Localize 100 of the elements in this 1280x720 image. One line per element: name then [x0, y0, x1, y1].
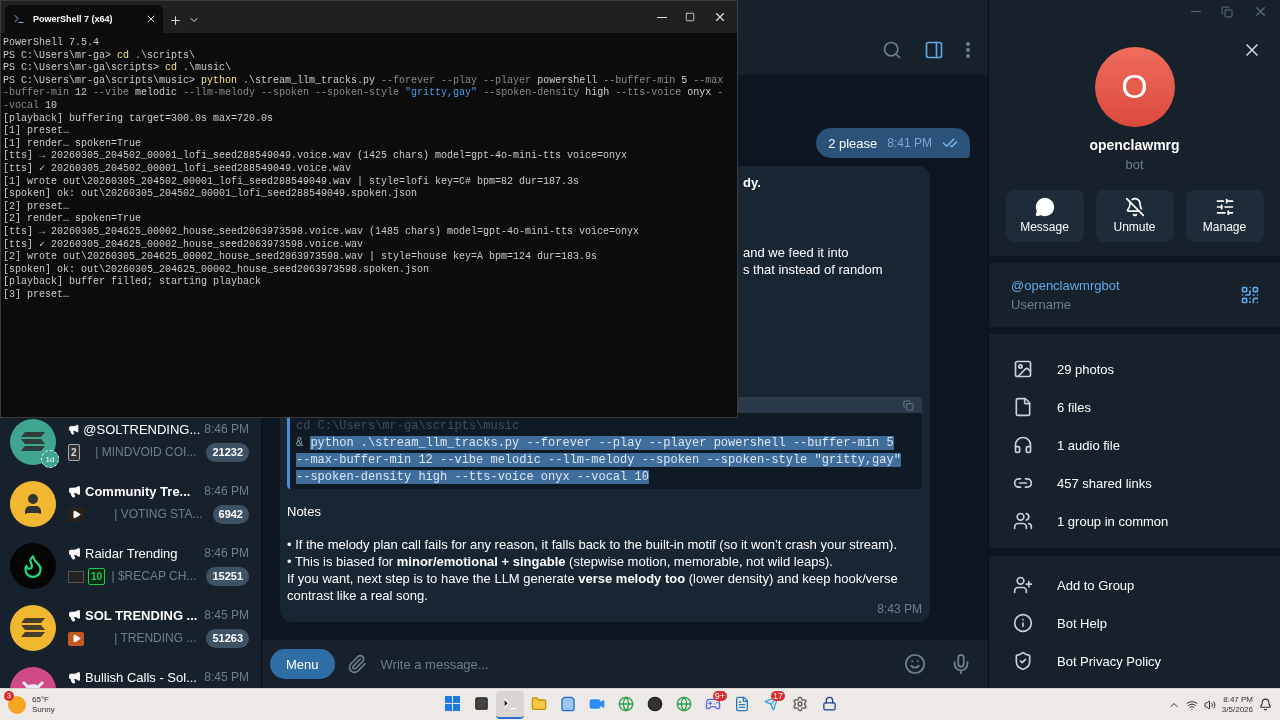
chat-list-item[interactable]: Raidar Trending 8:46 PM 10 | $RECAP CH... 15251 — [0, 542, 261, 604]
story-badge: 1d — [41, 450, 59, 468]
code-line: cd C:\Users\mr-ga\scripts\music — [296, 419, 520, 433]
chat-time: 8:46 PM — [204, 484, 249, 499]
play-icon — [68, 507, 84, 522]
chat-time: 8:46 PM — [204, 546, 249, 561]
terminal-line: [spoken] ok: out\20260305_204502_00001_lofi_seed288549049.spoken.json — [3, 188, 419, 201]
volume-icon[interactable] — [1203, 698, 1216, 711]
chat-list-item[interactable]: Community Tre... 8:46 PM | VOTING STA... 6942 — [0, 480, 261, 542]
emoji-button[interactable] — [904, 653, 926, 675]
bot-action-item[interactable]: Bot Privacy Policy — [989, 642, 1280, 680]
clock-time: 8:47 PM — [1223, 694, 1253, 705]
headphones-icon — [1013, 435, 1033, 456]
profile-action-button[interactable]: Manage — [1185, 189, 1264, 242]
search-icon — [882, 40, 902, 60]
side-panel-icon — [924, 40, 944, 60]
shield-icon — [1013, 651, 1033, 671]
message-text: Notes — [287, 504, 322, 519]
taskbar-app-button[interactable]: 9+ — [699, 690, 727, 719]
globe-icon — [618, 695, 634, 712]
terminal-line: [2] preset… — [3, 200, 70, 213]
copy-button[interactable] — [903, 399, 914, 411]
terminal-line: [2] wrote out\20260305_204625_00002_house_seed2063973598.wav | style=house key=A bpm=124 dur=183.9s — [3, 251, 599, 264]
notification-bell-icon[interactable] — [1259, 698, 1272, 711]
more-button[interactable] — [966, 42, 970, 58]
username-link[interactable]: @openclawmrgbot — [1011, 278, 1240, 294]
media-list-item[interactable]: 6 files — [989, 388, 1280, 427]
media-list-item[interactable]: 1 group in common — [989, 502, 1280, 541]
megaphone-icon — [68, 547, 81, 560]
code-text: & — [296, 436, 304, 450]
message-paragraph: • If the melody plan call fails for any reason, it falls back to the built-in motif (so it won’t crash your stream). — [287, 536, 899, 553]
message-time: 8:43 PM — [877, 602, 922, 616]
close-tab-button[interactable] — [145, 13, 157, 25]
settings-icon — [792, 695, 808, 712]
profile-name: openclawmrg — [1089, 136, 1180, 153]
megaphone-icon — [68, 609, 81, 622]
terminal-line: [1] preset… — [3, 125, 70, 138]
search-button[interactable] — [882, 40, 902, 60]
chat-name: Community Tre... — [85, 484, 192, 499]
chat-preview: | MINDVOID COI... — [94, 445, 198, 460]
profile-action-button[interactable]: Message — [1005, 189, 1084, 242]
terminal-line: [1] render… spoken=True — [3, 137, 143, 150]
file-icon — [1013, 397, 1033, 418]
terminal-line: [playback] buffering target=300.0s max=720.0s — [3, 112, 275, 125]
message-time: 8:41 PM — [887, 136, 932, 150]
side-panel-button[interactable] — [924, 40, 944, 60]
message-paragraph: If you want, next step is to have the LLM generate verse melody too (lower density) and keep hook/verse contrast like a real song. — [287, 570, 899, 604]
message-text: 2 please — [828, 135, 878, 151]
chat-preview: | TRENDING ... — [113, 631, 198, 646]
message-composer[interactable]: Menu Write a message... — [262, 640, 988, 688]
menu-button[interactable]: Menu — [270, 649, 335, 679]
maximize-icon — [685, 12, 695, 22]
sliders-icon — [1214, 197, 1235, 218]
terminal-line: [tts] ✓ 20260305_204502_00001_lofi_seed288549049.voice.wav — [3, 162, 353, 176]
maximize-button[interactable] — [685, 12, 695, 22]
megaphone-icon — [68, 671, 81, 684]
paperclip-icon — [346, 654, 367, 674]
keycap-icon: 2 — [68, 444, 80, 461]
unread-count: 51263 — [206, 629, 249, 648]
restore-button[interactable] — [1221, 5, 1233, 18]
unread-count: 6942 — [212, 505, 249, 524]
message-input[interactable]: Write a message... — [378, 655, 892, 673]
media-list-item[interactable]: 1 audio file — [989, 426, 1280, 465]
image-icon — [1013, 359, 1033, 380]
terminal-line: [1] wrote out\20260305_204502_00001_lofi_seed288549049.wav | style=lofi key=C# bpm=82 dur=187.3s — [3, 175, 581, 188]
qr-code-icon — [1240, 285, 1260, 306]
globe-icon — [676, 695, 692, 712]
profile-action-button[interactable]: Unmute — [1095, 189, 1174, 242]
app-badge: 17 — [771, 690, 785, 701]
message-text: dy. — [743, 174, 762, 191]
bell-off-icon — [1124, 197, 1145, 218]
close-icon — [145, 13, 157, 25]
stripes-logo-icon — [20, 617, 46, 639]
taskbar-app-button[interactable]: 17 — [757, 690, 785, 719]
attach-button[interactable] — [346, 654, 367, 674]
media-list-item[interactable]: 457 shared links — [989, 464, 1280, 503]
chat-list-item[interactable]: SOL TRENDING ... 8:45 PM | TRENDING ... 51263 — [0, 604, 261, 666]
terminal-line: [3] preset… — [3, 288, 70, 302]
bot-action-item[interactable]: Bot Help — [989, 604, 1280, 642]
terminal-line: [2] render… spoken=True — [3, 213, 143, 226]
qr-code-button[interactable] — [1240, 285, 1260, 306]
profile-subtitle: bot — [1125, 156, 1144, 172]
media-list-item[interactable]: 29 photos — [989, 350, 1280, 389]
terminal-line: PS C:\Users\mr-ga> cd .\scripts\ — [3, 49, 197, 62]
play-icon — [68, 631, 84, 646]
chat-name: Bullish Calls - Sol... — [85, 670, 198, 685]
bot-action-item[interactable]: Add to Group — [989, 566, 1280, 604]
lock-icon — [821, 696, 837, 711]
chat-name: @SOLTRENDING... — [83, 422, 201, 437]
more-icon — [966, 42, 970, 58]
terminal-line: PS C:\Users\mr-ga\scripts> cd .\music\ — [3, 62, 233, 75]
temperature: 65°F — [32, 694, 50, 705]
close-button[interactable] — [713, 10, 727, 24]
keycap-icon: 10 — [88, 568, 106, 585]
chat-list-item[interactable]: 1d @SOLTRENDING... 8:46 PM 2 | MINDVOID COI... 21232 — [0, 418, 261, 480]
terminal-tab[interactable]: PowerShell 7 (x64) — [5, 5, 163, 33]
wifi-icon[interactable] — [1185, 698, 1198, 711]
close-icon — [713, 10, 727, 24]
windows-logo-icon — [444, 696, 460, 711]
message-paragraph: • This is biased for minor/emotional + singable (stepwise motion, memorable, not wild leaps). — [287, 553, 834, 570]
